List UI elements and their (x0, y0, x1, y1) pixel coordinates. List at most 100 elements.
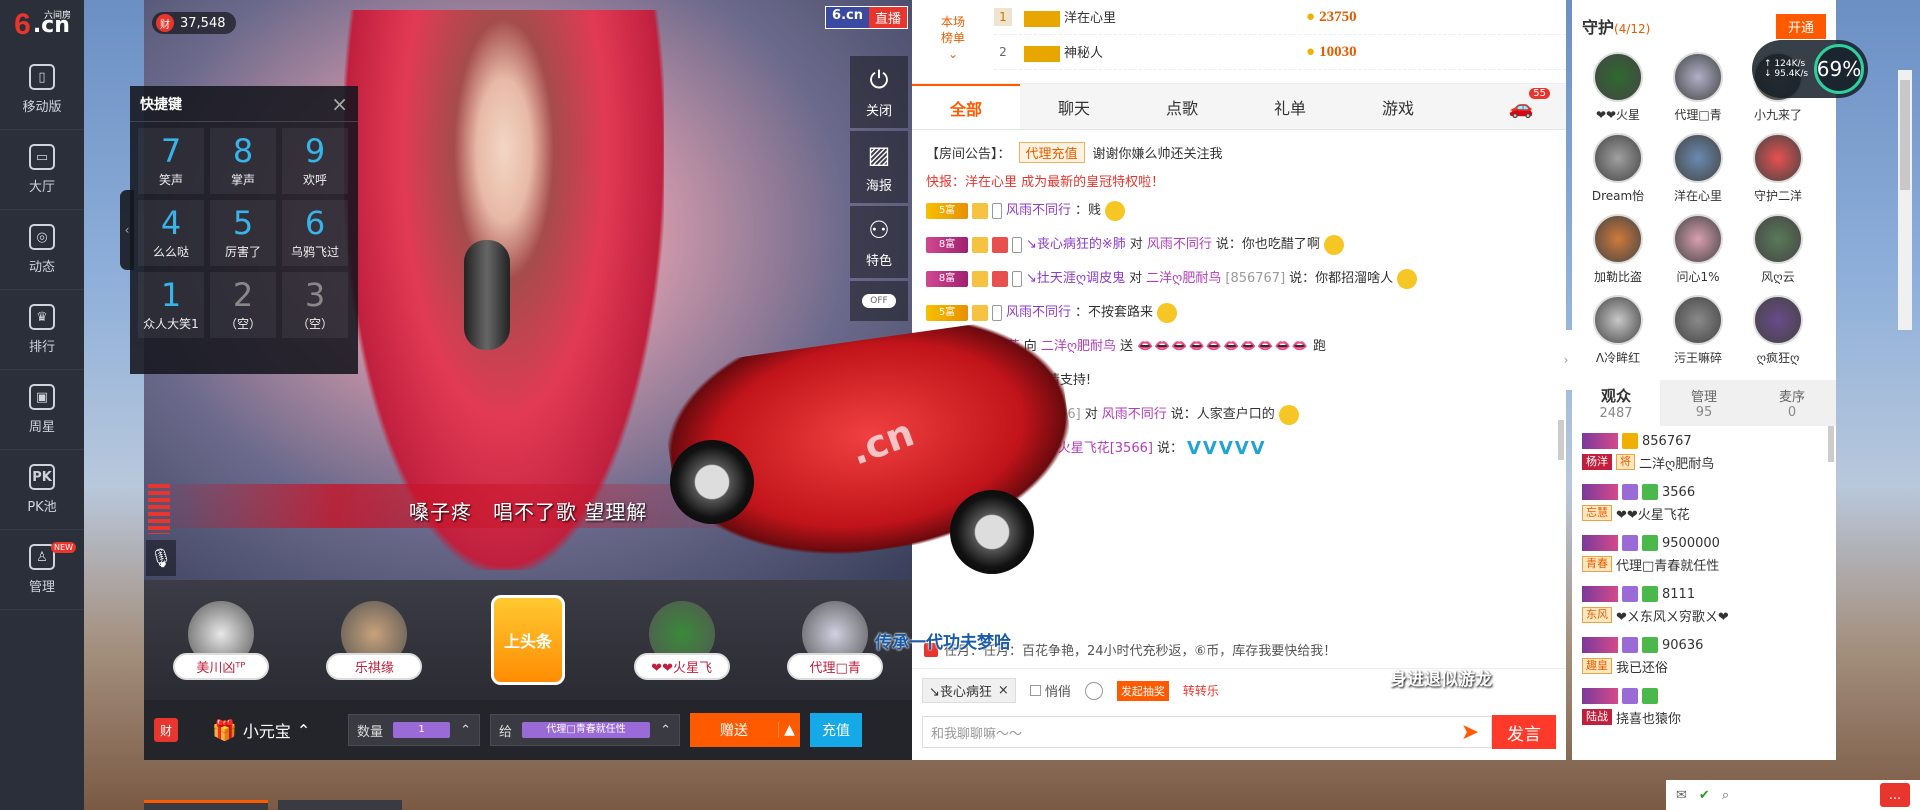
video-btn-1[interactable]: ▨ 海报 (850, 131, 908, 203)
guard-member[interactable]: 守护二洋 (1738, 133, 1818, 204)
guard-member[interactable]: 风ღ云 (1738, 214, 1818, 285)
guard-member[interactable]: 加勒比盗 (1578, 214, 1658, 285)
recharge-button[interactable]: 充值 (810, 713, 862, 747)
list-item[interactable]: 8111 东风 ❤ㄨ东风ㄨ穷歌ㄨ❤ (1582, 585, 1826, 625)
notice-tag[interactable]: 代理充值 (1018, 142, 1085, 163)
chat-tab-2[interactable]: 点歌 (1128, 84, 1236, 129)
recipient-name[interactable]: 二洋ღ肥耐鸟 (1146, 268, 1221, 290)
gift-item[interactable]: 美川凶ᵀᴾ (161, 600, 281, 680)
nav-item-0[interactable]: ▯ 移动版 (0, 50, 84, 130)
page-scrollbar[interactable] (1898, 70, 1912, 330)
list-item[interactable]: 856767 杨洋将二洋ღ肥耐鸟 (1582, 432, 1826, 472)
bottom-tab-1[interactable] (144, 800, 268, 810)
mail-icon[interactable]: ✉ (1676, 788, 1687, 803)
chat-tab-3[interactable]: 礼单 (1236, 84, 1344, 129)
xiaoyuanbao-selector[interactable]: 🎁 小元宝 ⌃ (188, 718, 338, 742)
fortune-counter[interactable]: 财 37,548 (152, 12, 236, 34)
right-panel-toggle[interactable]: › (1560, 330, 1572, 390)
check-icon[interactable]: ✔ (1699, 788, 1710, 803)
car-tab[interactable]: 🚗 55 (1486, 84, 1556, 129)
audience-scrollbar[interactable] (1828, 426, 1834, 462)
recipient-select[interactable]: 给 代理□青春就任性 ⌃ (490, 714, 680, 746)
zoom-icon[interactable]: ⌕ (1722, 788, 1729, 803)
shortcut-item[interactable]: 5 厉害了 (210, 200, 276, 266)
paper-plane-icon[interactable]: ➤ (1452, 720, 1488, 745)
guard-member[interactable]: Dream怡 (1578, 133, 1658, 204)
thanks-user[interactable]: ❤❤火星飞花 (943, 370, 1017, 392)
close-icon[interactable]: × (998, 683, 1009, 698)
lottery-button[interactable]: 发起抽奖 (1116, 680, 1169, 701)
shortcut-item[interactable]: 2 （空） (210, 272, 276, 338)
bottom-tab-2[interactable] (278, 800, 402, 810)
guard-member[interactable]: 洋在心里 (1658, 133, 1738, 204)
shortcut-item[interactable]: 7 笑声 (138, 128, 204, 194)
list-item[interactable]: 3566 忘慧 ❤❤火星飞花 (1582, 483, 1826, 523)
chat-tab-0[interactable]: 全部 (912, 84, 1020, 129)
audience-tab-2[interactable]: 麦序 0 (1748, 380, 1836, 426)
shortcut-item[interactable]: 9 欢呼 (282, 128, 348, 194)
rank-row[interactable]: 1 洋在心里 23750 (994, 0, 1566, 35)
shortcut-item[interactable]: 4 么么哒 (138, 200, 204, 266)
chat-tab-1[interactable]: 聊天 (1020, 84, 1128, 129)
rank-title[interactable]: 本场 榜单 ⌄ (912, 0, 994, 83)
sender-name[interactable]: 丧心病狂的※肺 (926, 438, 1015, 460)
list-item[interactable]: 陆战 挠喜也猿你 (1582, 687, 1826, 727)
scrollbar-thumb[interactable] (1900, 80, 1910, 190)
guard-member[interactable]: ღ疯狂ღ (1738, 295, 1818, 366)
guard-member[interactable]: 污王嘛碎 (1658, 295, 1738, 366)
sender-name[interactable]: ❤❤火星飞花 (946, 336, 1020, 358)
video-btn-2[interactable]: ⚇ 特色 (850, 206, 908, 278)
nav-item-4[interactable]: ▣ 周星 (0, 370, 84, 450)
sender-name[interactable]: ↘丧心病狂的※肺 (1026, 234, 1126, 256)
fortune-button[interactable]: 财 (154, 718, 178, 742)
chat-bubble-icon[interactable]: ... (1880, 783, 1910, 807)
guard-member[interactable]: 代理□青 (1658, 52, 1738, 123)
shortcut-item[interactable]: 6 乌鸦飞过 (282, 200, 348, 266)
recipient-name[interactable]: 风雨不同行 (1102, 404, 1167, 426)
recipient-name[interactable]: 二洋ღ肥耐鸟 (1041, 336, 1116, 358)
gift-item[interactable]: 乐祺缘 (314, 600, 434, 680)
sender-name[interactable]: Dream怡大叔 (926, 404, 1009, 426)
sender-name[interactable]: 风雨不同行 (1006, 302, 1071, 324)
gift-item[interactable]: 上头条 (468, 595, 588, 685)
at-user-chip[interactable]: ↘丧心病狂 × (922, 678, 1016, 703)
list-item[interactable]: 9500000 青春 代理□青春就任性 (1582, 534, 1826, 574)
gift-item[interactable]: ❤❤火星飞 (622, 600, 742, 680)
recipient-name[interactable]: ❤❤火星飞花[3566] (1036, 438, 1153, 460)
spin-button[interactable]: 转转乐 (1183, 682, 1219, 699)
sender-name[interactable]: ↘扗天涯ღ调皮鬼 (1026, 268, 1125, 290)
guard-member[interactable]: ❤❤火星 (1578, 52, 1658, 123)
send-button[interactable]: 发言 (1492, 715, 1556, 749)
audience-tab-1[interactable]: 管理 95 (1660, 380, 1748, 426)
close-icon[interactable]: × (331, 92, 348, 116)
audience-tab-0[interactable]: 观众 2487 (1572, 380, 1660, 426)
open-guard-button[interactable]: 开通 (1775, 13, 1826, 39)
shortcut-item[interactable]: 3 （空） (282, 272, 348, 338)
site-logo[interactable]: 6 .cn 六间房 (0, 0, 84, 50)
nav-item-1[interactable]: ▭ 大厅 (0, 130, 84, 210)
nav-item-6[interactable]: ♙ 管理 NEW (0, 530, 84, 610)
nav-item-5[interactable]: PK PK池 (0, 450, 84, 530)
nav-item-3[interactable]: ♛ 排行 (0, 290, 84, 370)
video-btn-0[interactable]: ⏻ 关闭 (850, 56, 908, 128)
give-button[interactable]: 赠送 ▲ (690, 713, 800, 747)
mic-icon: 🎙 (149, 547, 173, 569)
guard-member[interactable]: ᐱ冷眸红 (1578, 295, 1658, 366)
nav-item-2[interactable]: ◎ 动态 (0, 210, 84, 290)
emoji-picker-icon[interactable] (1084, 681, 1103, 700)
shortcut-item[interactable]: 8 掌声 (210, 128, 276, 194)
mic-button[interactable]: 🎙 (146, 540, 176, 576)
caret-up-icon[interactable]: ▲ (778, 722, 800, 738)
chat-input[interactable]: 和我聊聊嘛～～ (922, 716, 1492, 748)
chat-tab-4[interactable]: 游戏 (1344, 84, 1452, 129)
sender-name[interactable]: 风雨不同行 (1006, 200, 1071, 222)
list-item[interactable]: 90636 趣皇 我已还俗 (1582, 636, 1826, 676)
shortcut-item[interactable]: 1 众人大笑1 (138, 272, 204, 338)
effects-toggle[interactable]: OFF (850, 281, 908, 321)
chat-scrollbar[interactable] (1558, 420, 1564, 460)
guard-member[interactable]: 问心1% (1658, 214, 1738, 285)
recipient-name[interactable]: 风雨不同行 (1147, 234, 1212, 256)
quantity-select[interactable]: 数量 1 ⌃ (348, 714, 480, 746)
rank-row[interactable]: 2 神秘人 10030 (994, 35, 1566, 70)
whisper-checkbox[interactable]: 悄俏 (1029, 681, 1071, 700)
